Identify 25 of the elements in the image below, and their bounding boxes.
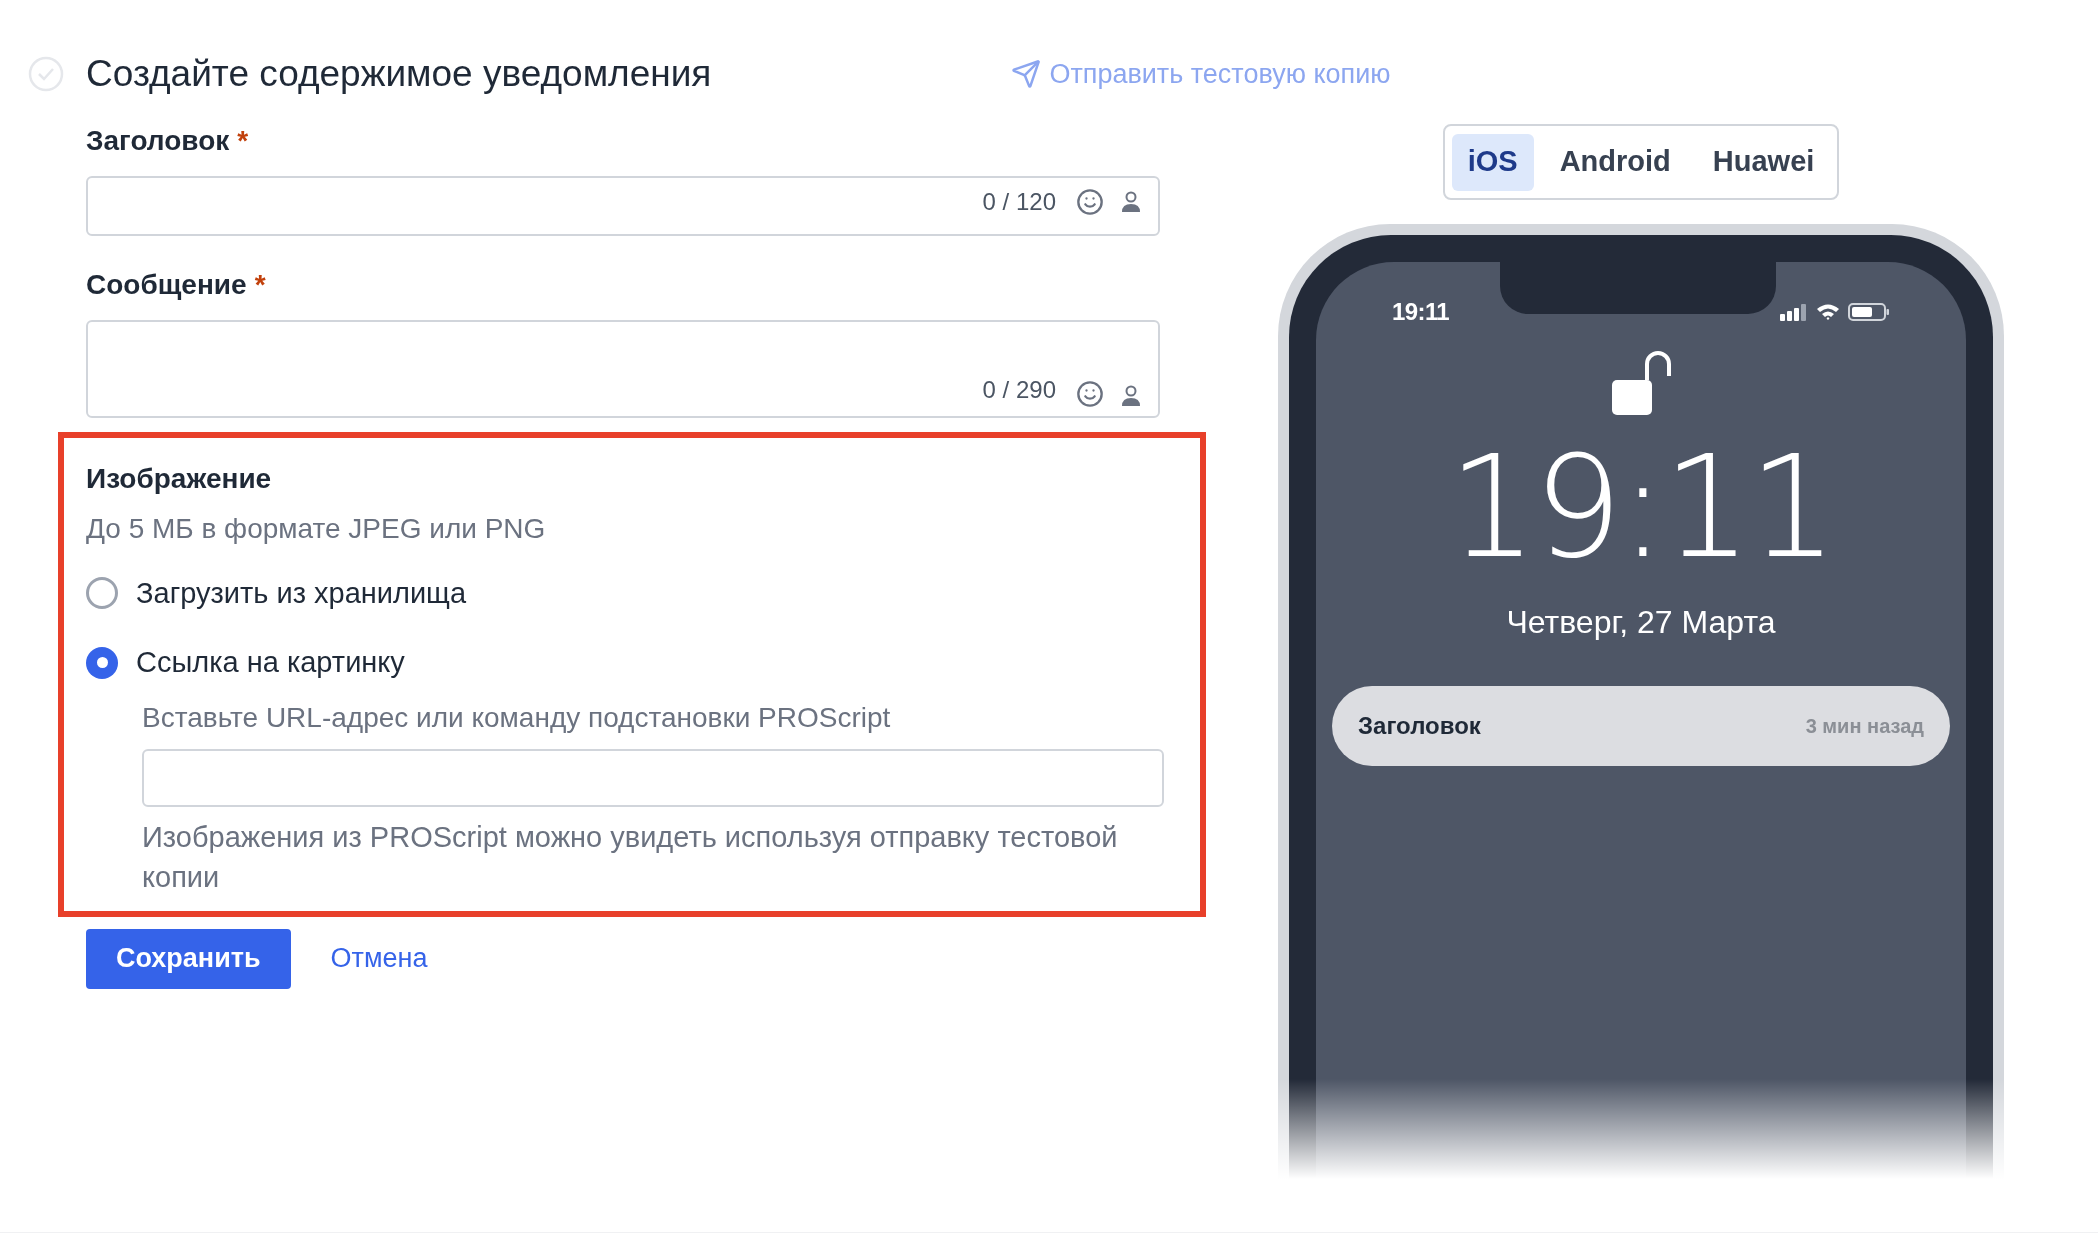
field-label: Сообщение	[86, 267, 247, 302]
radio-label: Ссылка на картинку	[136, 645, 405, 680]
cancel-link[interactable]: Отмена	[330, 938, 428, 979]
platform-tab[interactable]: Android	[1543, 133, 1687, 191]
message-field[interactable]: 0 / 290	[86, 319, 1160, 418]
status-time: 19:11	[1392, 297, 1450, 327]
radio-label: Загрузить из хранилища	[136, 575, 467, 611]
character-counter: 0 / 290	[982, 374, 1056, 405]
image-hint: До 5 МБ в формате JPEG или PNG	[86, 511, 547, 546]
character-counter: 0 / 120	[982, 186, 1056, 217]
notification-time: 3 мин назад	[1805, 714, 1924, 739]
proscript-note: Изображения из PROScript можно увидеть используя отправку тестовой копии	[142, 819, 1119, 895]
save-button[interactable]: Сохранить	[86, 928, 291, 989]
field-label: Заголовок	[86, 123, 230, 158]
required-mark: *	[237, 123, 249, 158]
section-title: Создайте содержимое уведомления	[86, 52, 712, 96]
url-field-label: Вставьте URL-адрес или команду подстановки PROScript	[142, 700, 892, 735]
lock-screen-date: Четверг, 27 Марта	[1506, 603, 1776, 642]
platform-tab[interactable]: Huawei	[1696, 133, 1831, 191]
title-field[interactable]: 0 / 120	[86, 175, 1160, 236]
required-mark: *	[254, 267, 266, 302]
lock-screen-clock: 19:11	[1448, 438, 1834, 578]
image-section-title: Изображение	[86, 461, 273, 496]
notification-title: Заголовок	[1358, 711, 1481, 741]
platform-tab[interactable]: iOS	[1451, 133, 1534, 191]
